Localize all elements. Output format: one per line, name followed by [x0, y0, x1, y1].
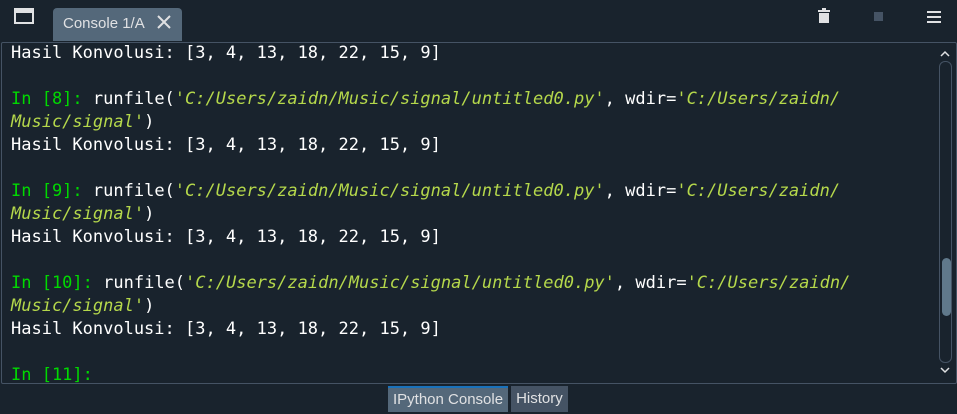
- file-path-string: 'C:/Users/zaidn/Music/signal/untitled0.p…: [185, 273, 615, 293]
- tab-ipython-console[interactable]: IPython Console: [388, 386, 509, 412]
- active-prompt-line: In [11]:: [11, 364, 934, 384]
- trash-icon[interactable]: [817, 8, 831, 24]
- output-line: Hasil Konvolusi: [3, 4, 13, 18, 22, 15, …: [11, 226, 934, 249]
- wdir-string-continued: Music/signal': [11, 296, 145, 316]
- vertical-scrollbar[interactable]: [938, 49, 952, 375]
- scrollbar-track[interactable]: [939, 61, 952, 363]
- tab-history[interactable]: History: [511, 386, 568, 412]
- scroll-up-icon[interactable]: [940, 50, 950, 58]
- stop-icon[interactable]: [874, 12, 883, 21]
- input-prompt: In [10]:: [11, 273, 93, 293]
- command-name: runfile(: [92, 89, 175, 109]
- window-icon[interactable]: [14, 8, 34, 24]
- input-prompt: In [8]:: [11, 89, 83, 109]
- command-name: runfile(: [92, 181, 175, 201]
- output-text: Hasil Konvolusi: [3, 4, 13, 18, 22, 15, …: [11, 135, 441, 155]
- output-line: Hasil Konvolusi: [3, 4, 13, 18, 22, 15, …: [11, 134, 934, 157]
- wdir-string: 'C:/Users/zaidn/: [686, 273, 851, 293]
- closing-paren: ): [144, 112, 155, 132]
- wdir-string: 'C:/Users/zaidn/: [676, 89, 841, 109]
- input-line: In [8]: runfile('C:/Users/zaidn/Music/si…: [11, 88, 934, 111]
- scrollbar-thumb[interactable]: [942, 258, 951, 316]
- wdir-string-continued: Music/signal': [11, 204, 145, 224]
- closing-paren: ): [144, 204, 155, 224]
- output-text: Hasil Konvolusi: [3, 4, 13, 18, 22, 15, …: [11, 227, 441, 247]
- tab-label: Console 1/A: [63, 15, 145, 32]
- input-line: In [9]: runfile('C:/Users/zaidn/Music/si…: [11, 180, 934, 203]
- bottom-tabs: IPython Console History: [388, 386, 568, 412]
- argument-separator: , wdir=: [604, 89, 677, 109]
- wdir-string: 'C:/Users/zaidn/: [676, 181, 841, 201]
- output-text: Hasil Konvolusi: [3, 4, 13, 18, 22, 15, …: [11, 319, 441, 339]
- tab-console-1a[interactable]: Console 1/A: [53, 8, 182, 41]
- input-prompt: In [11]:: [11, 365, 93, 384]
- input-continuation-line: Music/signal'): [11, 203, 934, 226]
- input-continuation-line: Music/signal'): [11, 295, 934, 318]
- scroll-down-icon[interactable]: [940, 366, 950, 374]
- output-line: Hasil Konvolusi: [3, 4, 13, 18, 22, 15, …: [11, 318, 934, 341]
- argument-separator: , wdir=: [604, 181, 677, 201]
- ipython-console-output[interactable]: Hasil Konvolusi: [3, 4, 13, 18, 22, 15, …: [1, 42, 957, 384]
- file-path-string: 'C:/Users/zaidn/Music/signal/untitled0.p…: [174, 89, 605, 109]
- output-line: Hasil Konvolusi: [3, 4, 13, 18, 22, 15, …: [11, 43, 934, 65]
- file-path-string: 'C:/Users/zaidn/Music/signal/untitled0.p…: [174, 181, 605, 201]
- wdir-string-continued: Music/signal': [11, 112, 145, 132]
- closing-paren: ): [144, 296, 155, 316]
- menu-icon[interactable]: [927, 11, 941, 23]
- input-continuation-line: Music/signal'): [11, 111, 934, 134]
- console-lines: Hasil Konvolusi: [3, 4, 13, 18, 22, 15, …: [11, 43, 934, 384]
- console-tab-bar: Console 1/A: [0, 0, 957, 42]
- close-icon[interactable]: [156, 14, 172, 30]
- input-prompt: In [9]:: [11, 181, 83, 201]
- command-name: runfile(: [103, 273, 186, 293]
- output-text: Hasil Konvolusi: [3, 4, 13, 18, 22, 15, …: [11, 43, 441, 63]
- input-line: In [10]: runfile('C:/Users/zaidn/Music/s…: [11, 272, 934, 295]
- argument-separator: , wdir=: [614, 273, 687, 293]
